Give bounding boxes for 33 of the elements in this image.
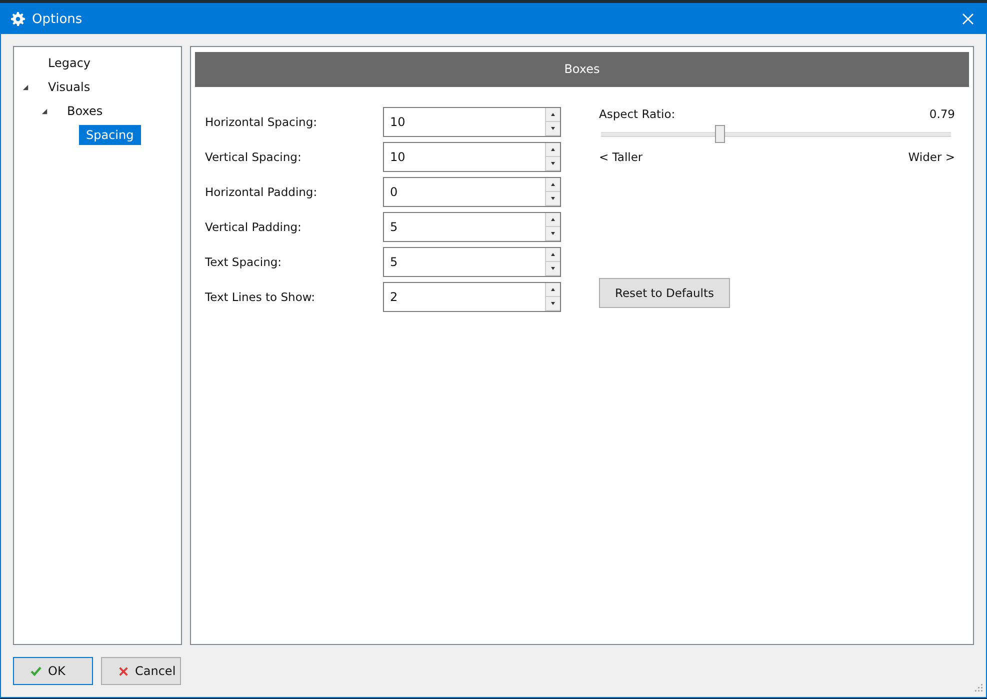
resize-grip-icon[interactable] bbox=[973, 684, 983, 694]
section-header: Boxes bbox=[195, 52, 969, 87]
field-label: Vertical Spacing: bbox=[205, 150, 302, 164]
field-label: Text Lines to Show: bbox=[205, 290, 316, 304]
number-spinner[interactable]: 10 bbox=[383, 142, 561, 172]
tree-item[interactable]: Boxes bbox=[60, 101, 110, 121]
gear-icon bbox=[11, 12, 25, 26]
number-spinner[interactable]: 5 bbox=[383, 247, 561, 277]
number-spinner[interactable]: 5 bbox=[383, 212, 561, 242]
check-icon bbox=[30, 665, 42, 677]
number-spinner[interactable]: 10 bbox=[383, 107, 561, 137]
number-spinner[interactable]: 0 bbox=[383, 177, 561, 207]
tree-item[interactable]: Legacy bbox=[41, 53, 98, 73]
window-title: Options bbox=[32, 12, 84, 26]
number-spinner[interactable]: 2 bbox=[383, 282, 561, 312]
field-label: Horizontal Spacing: bbox=[205, 115, 318, 129]
tree-item[interactable]: Visuals bbox=[41, 77, 98, 97]
slider-max-label: Wider > bbox=[908, 150, 955, 164]
ok-button[interactable]: OK bbox=[13, 657, 93, 685]
expanded-triangle-icon[interactable] bbox=[22, 84, 29, 90]
field-label: Horizontal Padding: bbox=[205, 185, 318, 199]
tree-item[interactable]: Spacing bbox=[79, 125, 141, 145]
slider-min-label: < Taller bbox=[599, 150, 643, 164]
expanded-triangle-icon[interactable] bbox=[41, 108, 48, 114]
reset-button[interactable]: Reset to Defaults bbox=[599, 278, 730, 308]
field-label: Text Spacing: bbox=[205, 255, 283, 269]
slider-label: Aspect Ratio: bbox=[599, 107, 676, 121]
slider-reading: 0.79 bbox=[929, 107, 955, 121]
close-icon[interactable] bbox=[962, 13, 974, 25]
field-label: Vertical Padding: bbox=[205, 220, 302, 234]
cancel-button[interactable]: Cancel bbox=[101, 657, 181, 685]
cross-icon bbox=[118, 666, 129, 676]
slider-thumb[interactable] bbox=[715, 125, 725, 143]
